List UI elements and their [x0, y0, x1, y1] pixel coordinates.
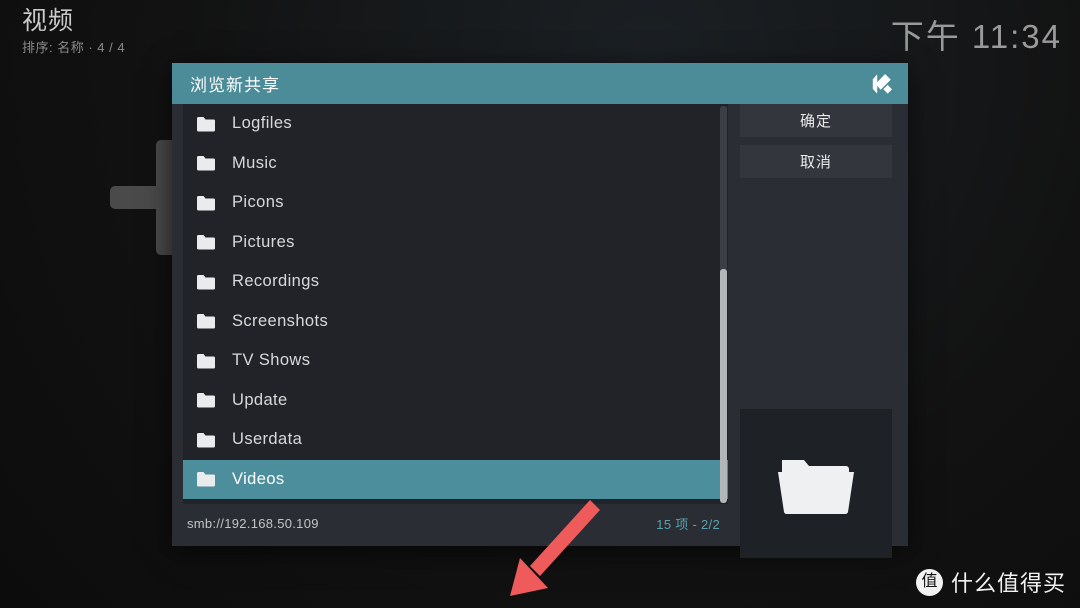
folder-icon	[197, 314, 215, 329]
watermark-badge-icon: 值	[915, 568, 943, 596]
list-item-label: Screenshots	[232, 311, 329, 330]
folder-open-icon	[778, 459, 854, 514]
list-item[interactable]: Recordings	[183, 262, 728, 302]
folder-icon	[197, 274, 215, 290]
list-item[interactable]: Music	[183, 144, 728, 184]
browse-new-share-dialog: 浏览新共享 Logfiles Music Picons Pictures Recordi…	[172, 63, 908, 596]
dialog-button-panel: 确定 取消	[740, 104, 892, 186]
list-item-label: Update	[232, 390, 288, 409]
list-item[interactable]: Videos	[183, 459, 728, 499]
folder-icon	[197, 432, 215, 448]
list-item[interactable]: Userdata	[183, 420, 728, 460]
folder-icon	[197, 116, 215, 132]
list-item-label: Music	[232, 153, 278, 172]
kodi-logo-icon	[872, 73, 893, 94]
watermark-label: 什么值得买	[950, 571, 1066, 596]
page-title: 视频	[22, 7, 75, 35]
folder-icon	[197, 156, 215, 171]
list-item[interactable]: Pictures	[183, 223, 728, 263]
cancel-button[interactable]: 取消	[740, 145, 892, 178]
folder-icon	[197, 235, 215, 250]
watermark: 值 什么值得买	[915, 566, 1066, 598]
list-item-label: Logfiles	[232, 114, 293, 133]
list-item[interactable]: Picons	[183, 183, 728, 223]
ok-button[interactable]: 确定	[740, 104, 892, 137]
list-item-label: Picons	[232, 193, 284, 212]
background-header: 视频 排序: 名称 · 4 / 4	[22, 8, 125, 56]
list-item[interactable]: Logfiles	[183, 104, 728, 144]
folder-icon	[197, 472, 215, 487]
list-scrollbar[interactable]	[720, 106, 727, 503]
sort-status-label: 排序: 名称 · 4 / 4	[22, 40, 126, 55]
list-item[interactable]: Update	[183, 381, 728, 421]
folder-icon	[197, 353, 215, 369]
folder-icon	[197, 393, 215, 408]
list-scrollbar-thumb[interactable]	[720, 268, 727, 503]
list-item[interactable]: Screenshots	[183, 302, 728, 342]
folder-icon	[197, 195, 215, 211]
current-path-label: smb://192.168.50.109	[187, 515, 319, 531]
folder-preview-thumbnail	[740, 409, 892, 558]
list-item-label: Videos	[232, 469, 285, 488]
item-count-label: 15 项 - 2/2	[656, 516, 720, 532]
dialog-footer: smb://192.168.50.109 15 项 - 2/2	[183, 508, 728, 538]
list-item-label: Recordings	[232, 272, 320, 291]
dialog-titlebar: 浏览新共享	[172, 63, 908, 104]
list-item-label: TV Shows	[232, 351, 311, 370]
clock: 下午 11:34	[890, 18, 1062, 55]
list-item-label: Userdata	[232, 430, 303, 449]
dialog-title: 浏览新共享	[190, 76, 280, 95]
file-list[interactable]: Logfiles Music Picons Pictures Recordings Scr…	[183, 104, 728, 504]
kodi-screen: 视频 排序: 名称 · 4 / 4 下午 11:34 浏览新共享 Logfile…	[0, 0, 1080, 608]
dialog-body: Logfiles Music Picons Pictures Recordings Scr…	[172, 104, 908, 596]
list-item[interactable]: TV Shows	[183, 341, 728, 381]
list-item-label: Pictures	[232, 232, 295, 251]
